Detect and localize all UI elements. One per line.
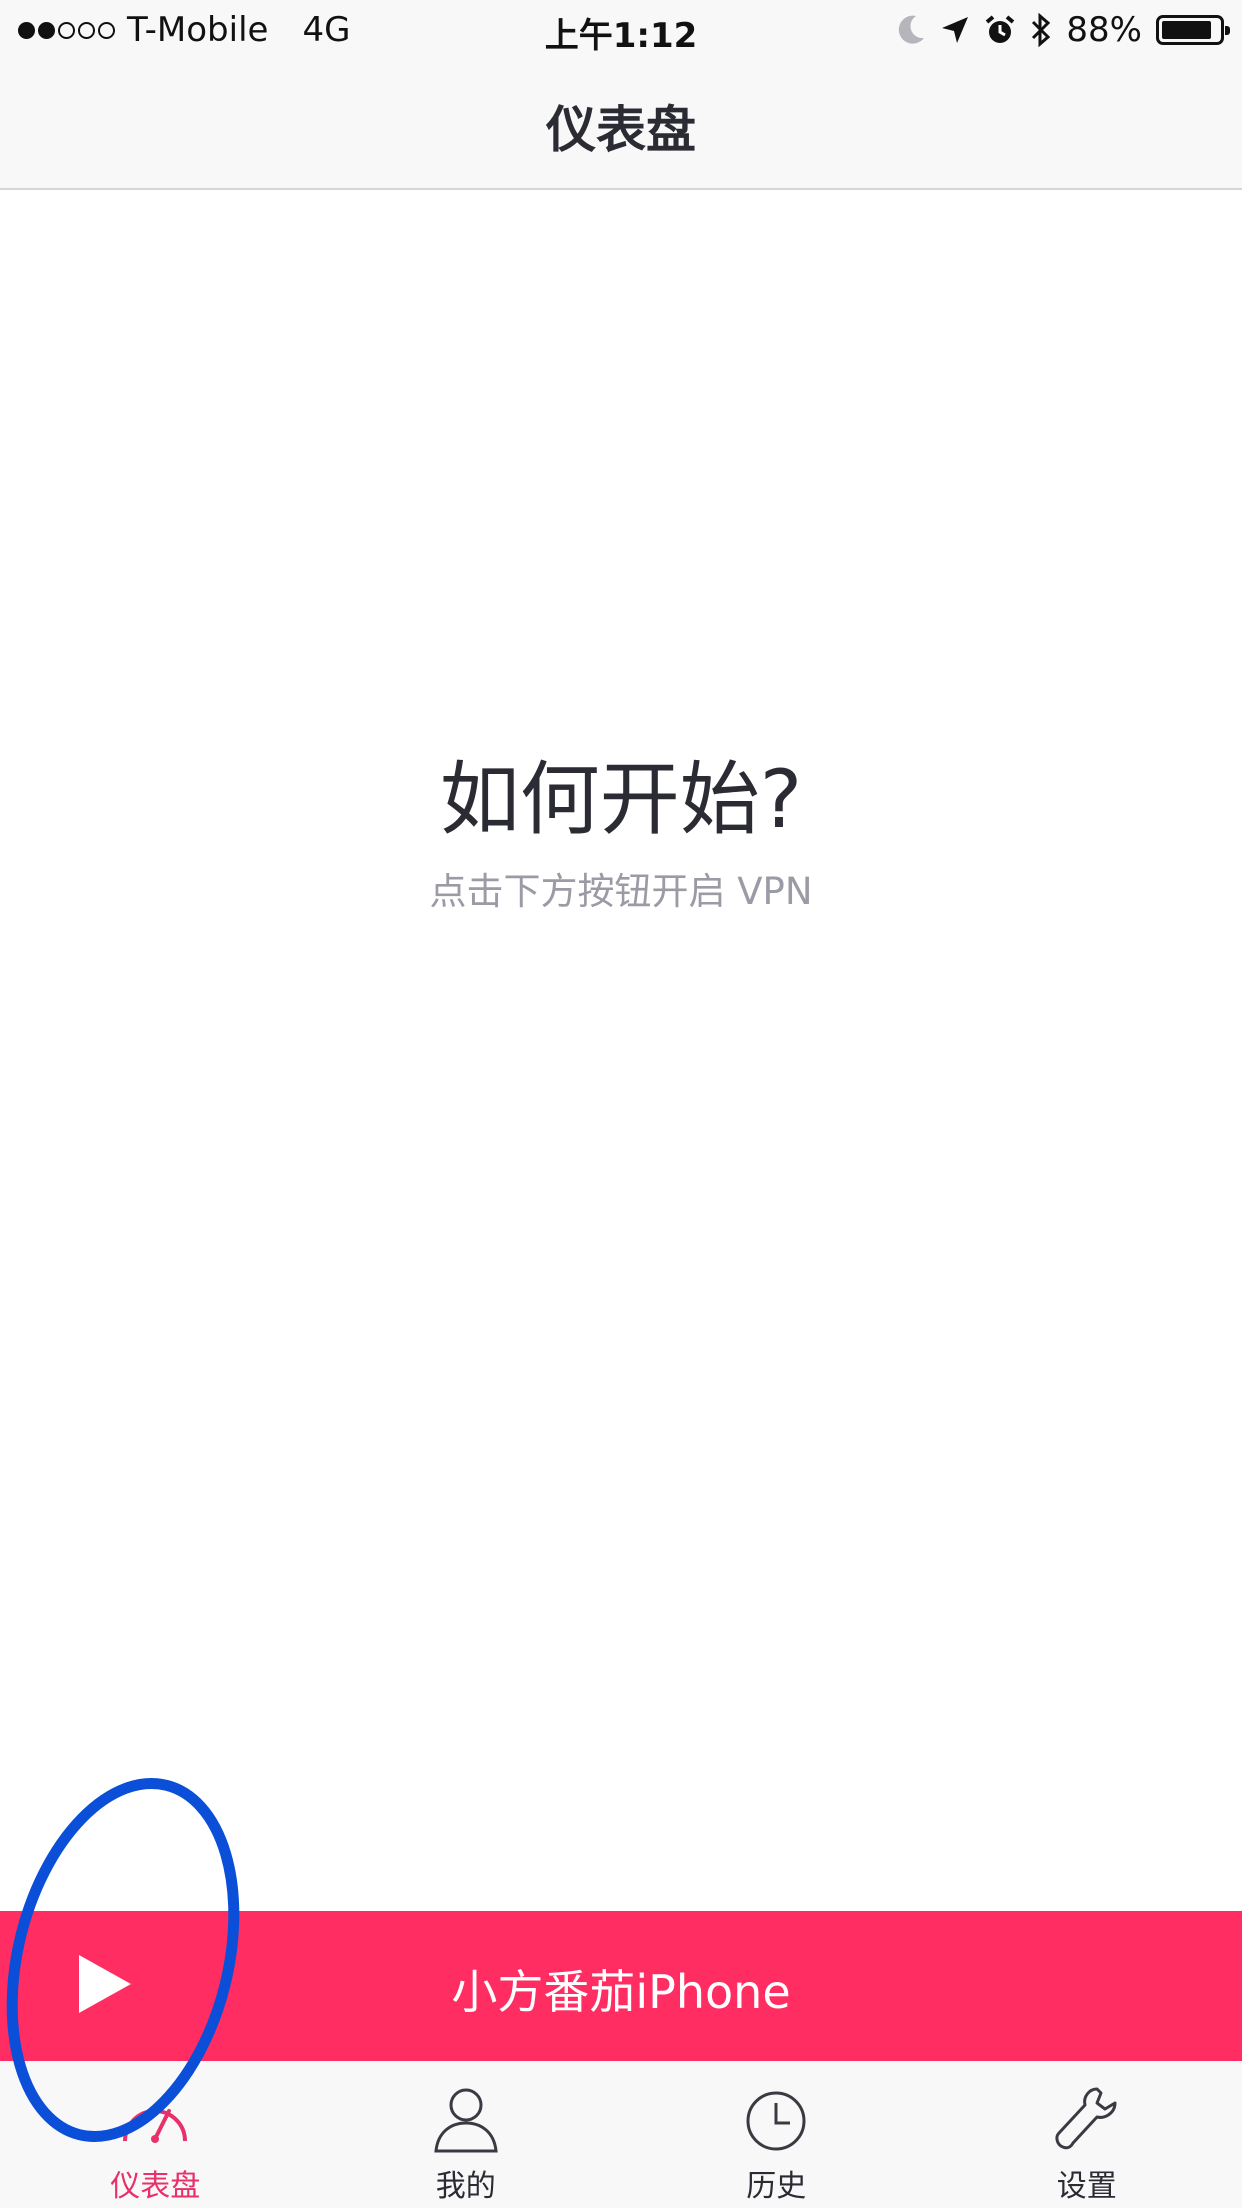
bluetooth-icon — [1030, 13, 1052, 47]
battery-fill — [1162, 21, 1212, 39]
wrench-icon — [1049, 2081, 1125, 2157]
tab-bar: 仪表盘 我的 历史 设置 — [0, 2061, 1242, 2208]
tab-dashboard[interactable]: 仪表盘 — [0, 2061, 311, 2208]
device-name: 小方番茄iPhone — [451, 1965, 791, 2019]
empty-state: 如何开始? 点击下方按钮开启 VPN — [0, 745, 1242, 915]
page-title: 仪表盘 — [546, 101, 696, 159]
tab-history[interactable]: 历史 — [621, 2061, 932, 2208]
connect-bar[interactable]: 小方番茄iPhone — [0, 1911, 1242, 2061]
tab-mine[interactable]: 我的 — [311, 2061, 622, 2208]
tab-label: 仪表盘 — [110, 2169, 201, 2204]
status-bar: T-Mobile 4G 上午1:12 88% — [0, 0, 1242, 60]
empty-state-heading: 如何开始? — [439, 753, 803, 846]
moon-icon — [896, 14, 926, 46]
battery-percent: 88% — [1066, 10, 1142, 50]
dashboard-gauge-icon — [117, 2081, 193, 2157]
user-icon — [428, 2081, 504, 2157]
alarm-icon — [984, 14, 1016, 46]
tab-label: 我的 — [435, 2169, 496, 2204]
tab-label: 历史 — [746, 2169, 807, 2204]
app-screen: T-Mobile 4G 上午1:12 88% 仪表盘 如何开始? 点击下方按钮开… — [0, 0, 1242, 2208]
battery-icon — [1156, 15, 1230, 45]
tab-settings[interactable]: 设置 — [932, 2061, 1242, 2208]
navigation-bar: 仪表盘 — [0, 60, 1242, 190]
empty-state-subtext: 点击下方按钮开启 VPN — [429, 870, 813, 913]
clock-icon — [738, 2081, 814, 2157]
tab-label: 设置 — [1056, 2169, 1117, 2204]
location-arrow-icon — [940, 15, 970, 45]
status-right: 88% — [896, 10, 1230, 50]
